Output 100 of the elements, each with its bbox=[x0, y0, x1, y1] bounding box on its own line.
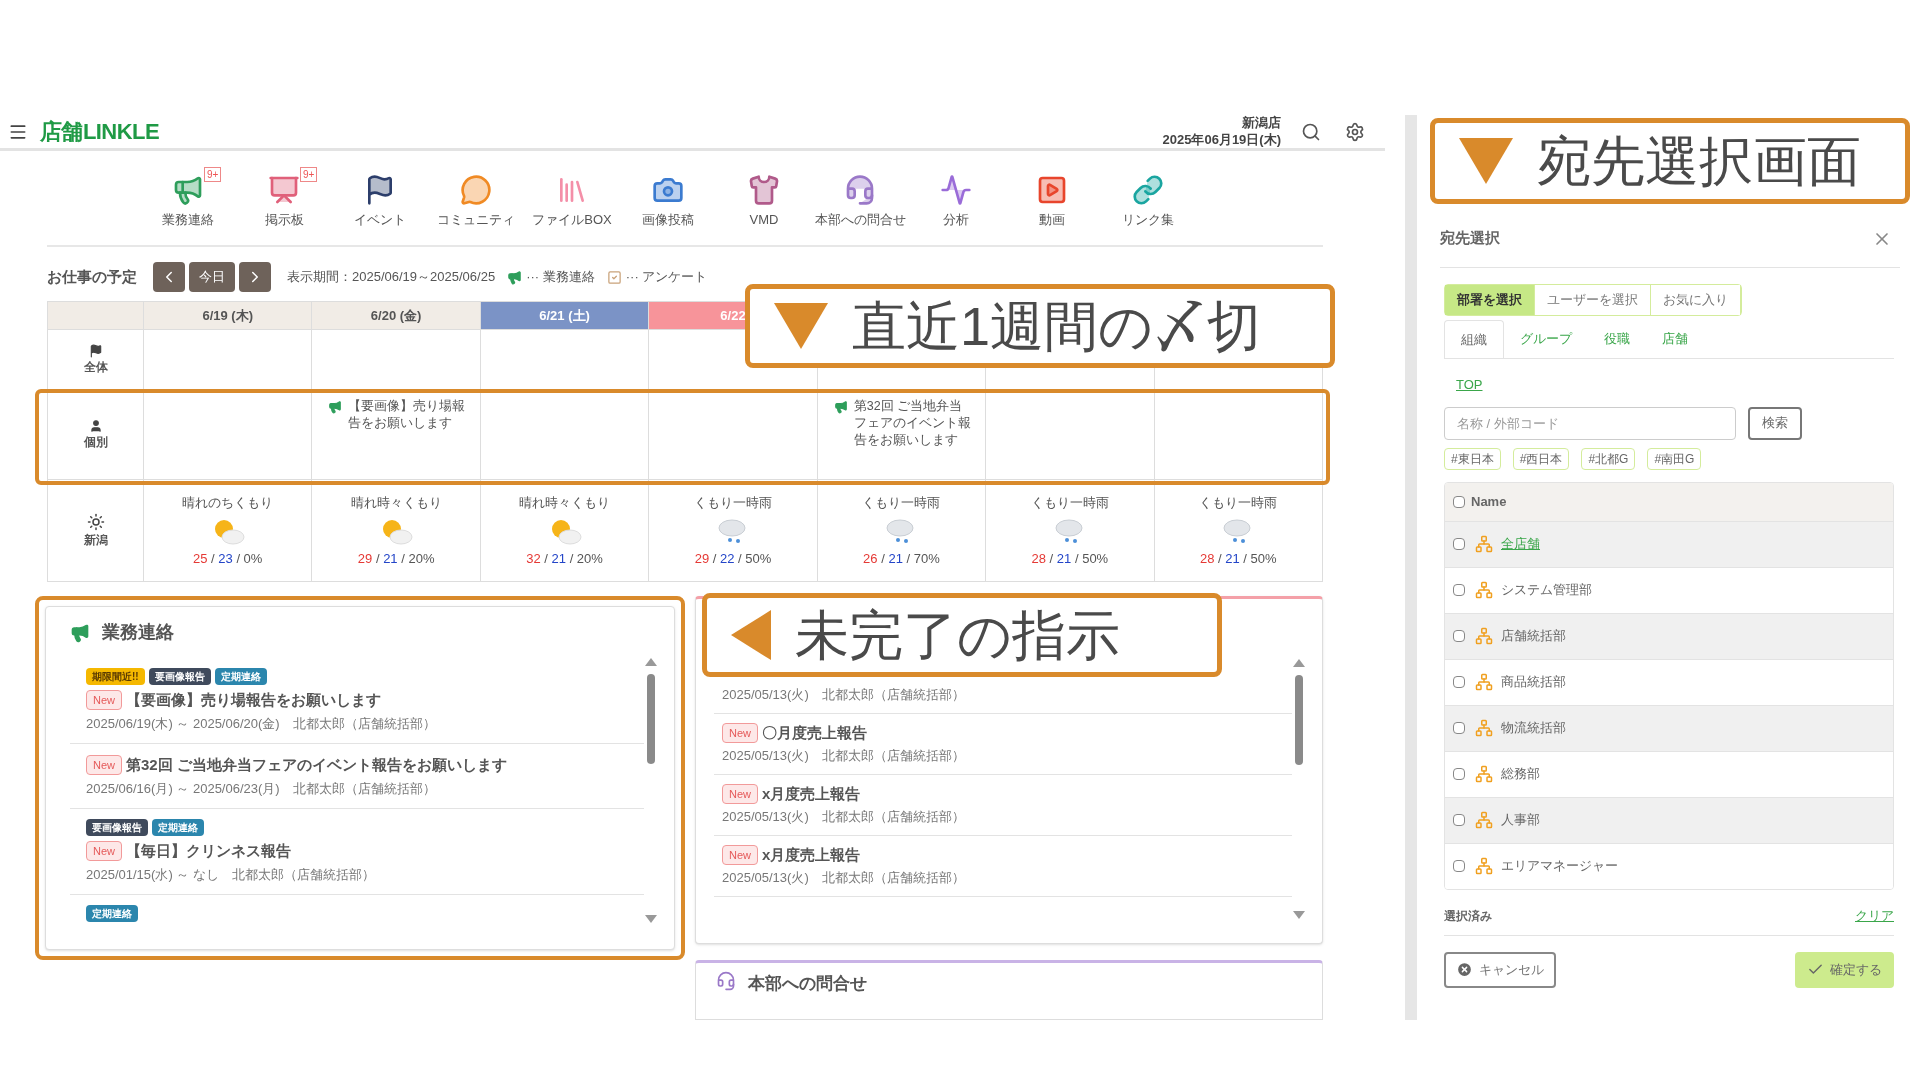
new-badge: New bbox=[86, 755, 122, 776]
notice-title[interactable]: 【要画像】売り場報告をお願いします bbox=[126, 689, 381, 712]
nav-item[interactable]: 9+ 掲示板 bbox=[236, 165, 332, 237]
forecast-text: くもり一時雨 bbox=[1030, 494, 1109, 512]
forecast-text: 晴れ時々くもり bbox=[350, 494, 442, 512]
forecast-text: 晴れのちくもり bbox=[182, 494, 274, 512]
dialog-title: 宛先選択 bbox=[1440, 228, 1500, 249]
new-badge: New bbox=[722, 844, 758, 865]
schedule-entry[interactable]: 第32回 ご当地弁当フェアのイベント報告をお願いします bbox=[853, 398, 974, 449]
search-icon[interactable] bbox=[1301, 121, 1321, 142]
department-name: エリアマネージャー bbox=[1501, 857, 1618, 876]
checkbox[interactable] bbox=[1453, 538, 1465, 550]
department-name: 人事部 bbox=[1501, 811, 1540, 830]
instruction-meta: 2025/05/13(火) 北都太郎（店舗統括部） bbox=[722, 808, 966, 826]
tab[interactable]: 組織 bbox=[1444, 320, 1504, 358]
nav-item[interactable]: 画像投稿 bbox=[620, 165, 716, 237]
count-badge: 9+ bbox=[300, 166, 318, 182]
nav-item[interactable]: VMD bbox=[716, 165, 812, 237]
row-label: 個別 bbox=[83, 433, 108, 451]
forecast-text: くもり一時雨 bbox=[1199, 494, 1278, 512]
checkbox[interactable] bbox=[1453, 722, 1465, 734]
tag: 期限間近!! bbox=[86, 668, 145, 685]
confirm-button[interactable]: 確定する bbox=[1795, 951, 1894, 988]
nav-item[interactable]: イベント bbox=[332, 165, 428, 237]
tab[interactable]: 役職 bbox=[1588, 320, 1646, 358]
nav-item[interactable]: 分析 bbox=[908, 165, 1004, 237]
instruction-title[interactable]: 〇月度売上報告 bbox=[762, 721, 867, 744]
tab[interactable]: グループ bbox=[1504, 320, 1588, 358]
new-badge: New bbox=[722, 722, 758, 743]
day-header: 6/19 (木) bbox=[144, 302, 313, 330]
tag: 定期連絡 bbox=[214, 668, 267, 685]
checkbox[interactable] bbox=[1453, 495, 1465, 508]
link-icon bbox=[1132, 173, 1164, 206]
checkbox[interactable] bbox=[1453, 584, 1465, 596]
forecast-text: くもり一時雨 bbox=[694, 494, 772, 512]
tag: 定期連絡 bbox=[152, 819, 204, 836]
filter-tag[interactable]: #西日本 bbox=[1512, 447, 1570, 470]
tab[interactable]: 部署を選択 bbox=[1445, 285, 1535, 315]
scroll-up-icon[interactable] bbox=[1293, 659, 1305, 667]
tag: 要画像報告 bbox=[148, 668, 211, 685]
nav-item[interactable]: 本部への問合せ bbox=[812, 165, 908, 237]
legend-label: ··· アンケート bbox=[625, 268, 708, 287]
scroll-down-icon[interactable] bbox=[1293, 911, 1305, 919]
department-name: 物流統括部 bbox=[1501, 719, 1566, 738]
temperature-text: 28 / 21 / 50% bbox=[1031, 549, 1109, 568]
instruction-title[interactable]: x月度売上報告 bbox=[762, 843, 861, 866]
org-chart-icon bbox=[1475, 627, 1493, 645]
scroll-down-icon[interactable] bbox=[645, 915, 657, 923]
department-row[interactable]: 店舗統括部 bbox=[1445, 613, 1893, 660]
nav-item[interactable]: 動画 bbox=[1004, 165, 1100, 237]
brand-logo[interactable]: 店舗LINKLE bbox=[40, 115, 160, 148]
day-header: 6/21 (土) bbox=[480, 302, 650, 330]
tag: 定期連絡 bbox=[86, 905, 138, 922]
nav-item[interactable]: コミュニティ bbox=[428, 165, 524, 237]
nav-item[interactable]: 9+ 業務連絡 bbox=[140, 165, 236, 237]
search-field[interactable]: 名称 / 外部コード bbox=[1444, 406, 1736, 440]
checkbox[interactable] bbox=[1453, 768, 1465, 780]
megaphone-icon bbox=[70, 622, 90, 643]
temperature-text: 32 / 21 / 20% bbox=[526, 549, 603, 568]
checkbox[interactable] bbox=[1453, 630, 1465, 642]
headset-icon bbox=[844, 173, 876, 206]
nav-item[interactable]: リンク集 bbox=[1100, 165, 1196, 237]
selected-label: 選択済み bbox=[1444, 908, 1492, 925]
checkbox[interactable] bbox=[1453, 860, 1465, 872]
checkbox[interactable] bbox=[1453, 676, 1465, 688]
clear-link[interactable]: クリア bbox=[1855, 906, 1894, 926]
notice-title[interactable]: 【毎日】クリンネス報告 bbox=[126, 840, 291, 863]
scroll-up-icon[interactable] bbox=[645, 658, 657, 666]
instruction-title[interactable]: x月度売上報告 bbox=[762, 782, 861, 805]
notice-title[interactable]: 第32回 ご当地弁当フェアのイベント報告をお願いします bbox=[126, 754, 507, 777]
org-chart-icon bbox=[1475, 535, 1493, 553]
checkbox[interactable] bbox=[1453, 814, 1465, 826]
person-icon bbox=[88, 418, 103, 433]
section-title: お仕事の予定 bbox=[47, 266, 137, 287]
filter-tag[interactable]: #東日本 bbox=[1444, 447, 1501, 470]
today-button[interactable]: 今日 bbox=[189, 262, 235, 292]
card-title: 本部への問合せ bbox=[748, 973, 867, 995]
instruction-meta: 2025/05/13(火) 北都太郎（店舗統括部） bbox=[722, 747, 966, 765]
day-header: 6/20 (金) bbox=[312, 302, 481, 330]
tab[interactable]: 店舗 bbox=[1646, 320, 1704, 358]
next-button[interactable] bbox=[239, 262, 271, 292]
filter-tag[interactable]: #南田G bbox=[1647, 447, 1702, 470]
cancel-button[interactable]: キャンセル bbox=[1444, 951, 1556, 988]
department-row[interactable]: 物流統括部 bbox=[1445, 705, 1893, 752]
period-text: 表示期間：2025/06/19～2025/06/25 bbox=[287, 268, 496, 287]
megaphone-icon bbox=[328, 400, 343, 414]
previous-button[interactable] bbox=[153, 262, 185, 292]
search-button[interactable]: 検索 bbox=[1748, 406, 1802, 440]
new-badge: New bbox=[86, 841, 122, 862]
forecast-text: 晴れ時々くもり bbox=[519, 494, 611, 512]
department-row[interactable]: 人事部 bbox=[1445, 797, 1893, 844]
notice-meta: 2025/01/15(水) ～ なし 北都太郎（店舗統括部） bbox=[86, 865, 376, 884]
filter-tag[interactable]: #北都G bbox=[1581, 447, 1636, 470]
scrollbar-thumb[interactable] bbox=[647, 674, 655, 764]
temperature-text: 29 / 22 / 50% bbox=[694, 549, 772, 568]
settings-icon[interactable] bbox=[1345, 121, 1365, 142]
scrollbar-thumb[interactable] bbox=[1295, 675, 1303, 765]
nav-item[interactable]: ファイルBOX bbox=[524, 165, 620, 237]
schedule-entry[interactable]: 【要画像】売り場報告をお願いします bbox=[348, 398, 468, 432]
checkbox-icon bbox=[606, 269, 622, 285]
